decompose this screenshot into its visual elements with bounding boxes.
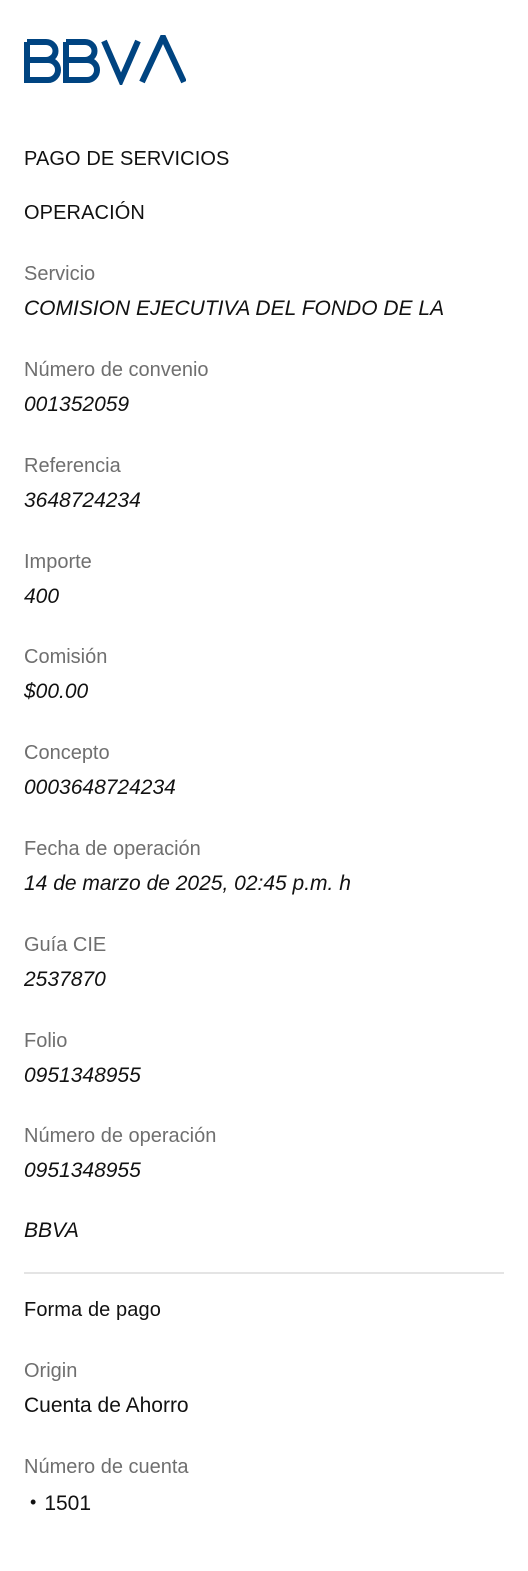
field-value: $00.00 xyxy=(24,680,89,703)
field-referencia: Referencia 3648724234 xyxy=(24,454,504,513)
field-label: Importe xyxy=(24,551,92,573)
field-folio: Folio 0951348955 xyxy=(24,1029,504,1088)
bbva-logo xyxy=(24,35,186,85)
field-label: Origin xyxy=(24,1360,78,1382)
field-comision: Comisión $00.00 xyxy=(24,645,504,704)
field-importe: Importe 400 xyxy=(24,550,504,609)
section-title-forma-de-pago: Forma de pago xyxy=(24,1299,161,1321)
page-title: PAGO DE SERVICIOS xyxy=(24,148,230,170)
field-fecha-operacion: Fecha de operación 14 de marzo de 2025, … xyxy=(24,837,504,896)
field-concepto: Concepto 0003648724234 xyxy=(24,741,504,800)
field-label: Folio xyxy=(24,1030,68,1052)
bullet-icon: • xyxy=(30,1492,37,1512)
field-value: 0003648724234 xyxy=(24,776,176,799)
field-value: 0951348955 xyxy=(24,1064,141,1087)
field-label: Fecha de operación xyxy=(24,838,201,860)
field-numero-convenio: Número de convenio 001352059 xyxy=(24,358,504,417)
field-numero-operacion: Número de operación 0951348955 xyxy=(24,1124,504,1183)
field-value: 2537870 xyxy=(24,968,106,991)
section-title-operation: OPERACIÓN xyxy=(24,202,145,224)
field-value: 3648724234 xyxy=(24,489,141,512)
field-label: Comisión xyxy=(24,646,108,668)
account-number-digits: 1501 xyxy=(44,1492,92,1515)
bank-name: BBVA xyxy=(24,1219,79,1242)
field-value: 001352059 xyxy=(24,393,130,416)
field-value: COMISION EJECUTIVA DEL FONDO DE LA xyxy=(24,297,445,320)
field-guia-cie: Guía CIE 2537870 xyxy=(24,933,504,992)
field-numero-cuenta: Número de cuenta • 1501 xyxy=(24,1455,504,1516)
field-servicio: Servicio COMISION EJECUTIVA DEL FONDO DE… xyxy=(24,262,504,321)
field-label: Número de operación xyxy=(24,1125,217,1147)
field-label: Número de cuenta xyxy=(24,1456,189,1478)
field-label: Número de convenio xyxy=(24,359,209,381)
field-value: 400 xyxy=(24,585,60,608)
account-number: • 1501 xyxy=(24,1490,504,1516)
field-value: 0951348955 xyxy=(24,1159,141,1182)
field-label: Servicio xyxy=(24,263,96,285)
field-origin: Origin Cuenta de Ahorro xyxy=(24,1359,504,1418)
field-label: Guía CIE xyxy=(24,934,107,956)
field-value: 14 de marzo de 2025, 02:45 p.m. h xyxy=(24,872,351,895)
field-label: Concepto xyxy=(24,742,110,764)
divider xyxy=(24,1272,504,1274)
field-value: Cuenta de Ahorro xyxy=(24,1394,189,1417)
field-label: Referencia xyxy=(24,455,121,477)
